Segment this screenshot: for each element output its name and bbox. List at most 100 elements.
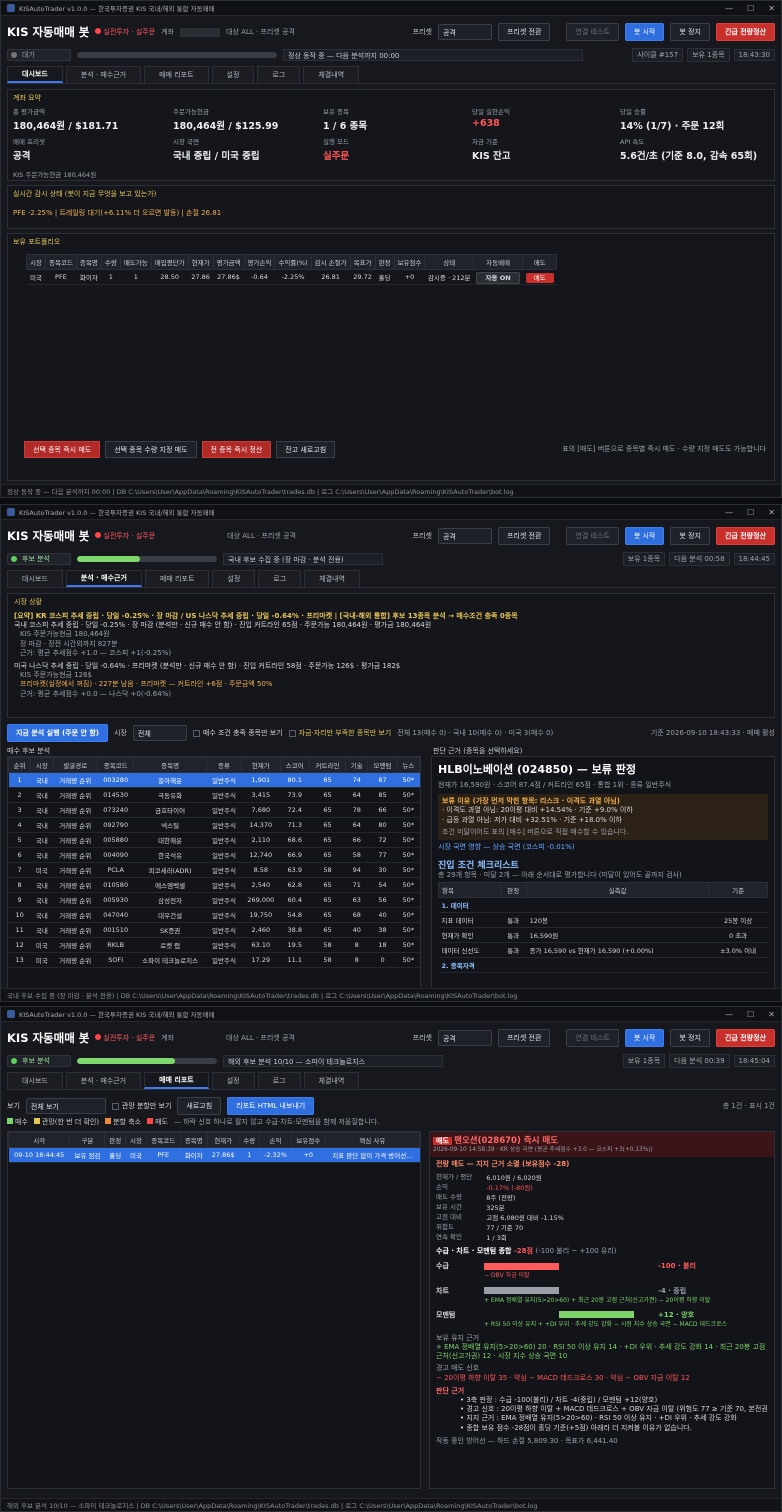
market-filter-select[interactable]: 전체 (132, 725, 187, 741)
preset-switch-button[interactable]: 프리셋 전환 (497, 23, 551, 41)
table-row[interactable]: 3 국내 거래량 순위 073240 금호타이어 일반주식 7,680 72.4 65 78 66 5… (8, 802, 420, 818)
tab-log[interactable]: 로그 (257, 1072, 301, 1089)
table-row[interactable]: 1 국내 거래량 순위 003280 흥아해운 일반주식 1,901 80.1 65 74 87 50… (8, 772, 420, 788)
tab-dashboard[interactable]: 대시보드 (7, 1072, 63, 1089)
tab-analysis[interactable]: 분석 · 매수근거 (65, 570, 142, 587)
tab-dashboard[interactable]: 대시보드 (7, 570, 63, 587)
table-row[interactable]: 5 국내 거래량 순위 005880 대한해운 일반주식 2,110 68.6 65 66 72 50… (8, 832, 420, 848)
column-header[interactable]: 뉴스 (396, 757, 420, 773)
table-row[interactable]: 4 국내 거래량 순위 092790 넥스틸 일반주식 14,370 71.3 65 64 80 50… (8, 817, 420, 833)
column-header[interactable]: 현재가 (206, 1132, 240, 1148)
minimize-icon[interactable]: — (725, 508, 733, 517)
column-header[interactable]: 시장 (30, 757, 54, 773)
table-row[interactable]: 09-10 18:44:45 보유 점검 홀딩 미국 PFE 화이자 27.86$ 1 -2.3… (8, 1147, 420, 1163)
auto-trade-toggle[interactable]: 자동 ON (476, 272, 520, 284)
close-icon[interactable]: ✕ (768, 508, 775, 517)
stop-bot-button[interactable]: 봇 정지 (670, 23, 710, 41)
maximize-icon[interactable]: ☐ (747, 508, 754, 517)
emergency-liquidate-button[interactable]: 긴급 전량정산 (715, 1029, 775, 1047)
tab-executions[interactable]: 체결내역 (303, 66, 360, 83)
column-header[interactable]: 매입평단가 (150, 254, 189, 270)
refresh-balance-button[interactable]: 잔고 새로고침 (276, 441, 336, 458)
connection-test-button[interactable]: 연결 테스트 (566, 527, 619, 545)
column-header[interactable]: 판정 (374, 254, 395, 270)
column-header[interactable]: 손익 (259, 1132, 292, 1148)
table-row[interactable]: 9 국내 거래량 순위 005930 삼성전자 일반주식 269,000 60.4 65 63 56… (8, 892, 420, 908)
preset-select[interactable]: 공격 (437, 24, 492, 40)
column-header[interactable]: 판정 (104, 1132, 127, 1148)
preset-select[interactable]: 공격 (437, 528, 492, 544)
column-header[interactable]: 수량 (238, 1132, 261, 1148)
sell-qty-button[interactable]: 선택 종목 수량 지정 매도 (105, 441, 197, 458)
table-row[interactable]: 7 미국 거래량 순위 PCLA 피코세라(ADR) 일반주식 8.58 63.9 58 94 30… (8, 862, 420, 878)
column-header[interactable]: 현재가 (187, 254, 214, 270)
tab-analysis[interactable]: 분석 · 매수근거 (65, 1072, 142, 1089)
fund-short-checkbox[interactable]: 자금·자리만 부족한 종목만 보기 (288, 728, 391, 738)
column-header[interactable]: 종목명 (133, 757, 207, 773)
tab-settings[interactable]: 설정 (212, 570, 256, 587)
tab-settings[interactable]: 설정 (211, 66, 255, 83)
column-header[interactable]: 기술 (345, 757, 369, 773)
tab-report[interactable]: 매매 리포트 (144, 1072, 209, 1089)
minimize-icon[interactable]: — (725, 4, 733, 13)
column-header[interactable]: 시장 (125, 1132, 147, 1148)
tab-settings[interactable]: 설정 (211, 1072, 255, 1089)
column-header[interactable]: 감시 손절가 (310, 254, 351, 270)
liquidate-all-button[interactable]: 전 종목 즉시 정산 (201, 441, 272, 458)
table-row[interactable]: 10 국내 거래량 순위 047040 대우건설 일반주식 19,750 54.8 65 68 40… (8, 907, 420, 923)
column-header[interactable]: 시장 (26, 254, 46, 270)
tab-dashboard[interactable]: 대시보드 (7, 66, 63, 83)
minimize-icon[interactable]: — (725, 1010, 733, 1019)
close-icon[interactable]: ✕ (768, 1010, 775, 1019)
column-header[interactable]: 발굴경로 (52, 757, 99, 773)
start-bot-button[interactable]: 봇 시작 (624, 527, 665, 545)
table-row[interactable]: 2 국내 거래량 순위 014530 극동유화 일반주식 3,415 73.9 65 64 85 50… (8, 787, 420, 803)
close-icon[interactable]: ✕ (768, 4, 775, 13)
emergency-liquidate-button[interactable]: 긴급 전량정산 (715, 527, 775, 545)
column-header[interactable]: 종목명 (75, 254, 102, 270)
table-row[interactable]: 6 국내 거래량 순위 004090 한국석유 일반주식 12,740 66.9 65 58 77 5… (8, 847, 420, 863)
column-header[interactable]: 종목코드 (97, 757, 135, 773)
emergency-liquidate-button[interactable]: 긴급 전량정산 (715, 23, 775, 41)
column-header[interactable]: 보유점수 (393, 254, 426, 270)
column-header[interactable]: 종목코드 (145, 1132, 181, 1148)
tab-log[interactable]: 로그 (257, 66, 301, 83)
stop-bot-button[interactable]: 봇 정지 (670, 1029, 710, 1047)
preset-switch-button[interactable]: 프리셋 전환 (497, 527, 551, 545)
watch-split-checkbox[interactable]: 관망 분할만 보기 (111, 1101, 171, 1111)
column-header[interactable]: 보유점수 (290, 1132, 326, 1148)
stop-bot-button[interactable]: 봇 정지 (670, 527, 710, 545)
table-row[interactable]: 13 미국 거래량 순위 SOFI 소파이 테크놀로지스 일반주식 17.29 11.1 58 8… (8, 952, 420, 968)
table-row[interactable]: 11 국내 거래량 순위 001510 SK증권 일반주식 2,460 38.8 65 40 38 5… (8, 922, 420, 938)
view-select[interactable]: 전체 보기 (25, 1098, 106, 1114)
column-header[interactable]: 자동매매 (472, 254, 524, 270)
start-bot-button[interactable]: 봇 시작 (624, 23, 665, 41)
column-header[interactable]: 매도 (522, 254, 558, 270)
column-header[interactable]: 종목명 (179, 1132, 208, 1148)
column-header[interactable]: 순위 (8, 757, 32, 773)
preset-switch-button[interactable]: 프리셋 전환 (497, 1029, 551, 1047)
connection-test-button[interactable]: 연결 테스트 (566, 23, 619, 41)
tab-executions[interactable]: 체결내역 (304, 570, 360, 587)
column-header[interactable]: 매도가능 (119, 254, 152, 270)
column-header[interactable]: 수익률(%) (274, 254, 312, 270)
tab-analysis[interactable]: 분석 · 매수근거 (65, 66, 142, 83)
run-analysis-button[interactable]: 지금 분석 실행 (주문 안 함) (7, 724, 108, 742)
connection-test-button[interactable]: 연결 테스트 (566, 1029, 619, 1047)
row-sell-button[interactable]: 매도 (525, 273, 554, 283)
column-header[interactable]: 평가금액 (212, 254, 245, 270)
column-header[interactable]: 커트라인 (308, 757, 347, 773)
preset-select[interactable]: 공격 (437, 1030, 492, 1046)
refresh-button[interactable]: 새로고침 (177, 1097, 222, 1115)
column-header[interactable]: 종목코드 (44, 254, 77, 270)
column-header[interactable]: 목표가 (349, 254, 376, 270)
maximize-icon[interactable]: ☐ (747, 4, 754, 13)
tab-report[interactable]: 매매 리포트 (144, 66, 209, 83)
column-header[interactable]: 평가손익 (243, 254, 276, 270)
maximize-icon[interactable]: ☐ (747, 1010, 754, 1019)
column-header[interactable]: 종류 (205, 757, 243, 773)
column-header[interactable]: 핵심 사유 (324, 1132, 420, 1148)
column-header[interactable]: 모멘텀 (367, 757, 398, 773)
table-row[interactable]: 12 미국 거래량 순위 RKLB 로켓 랩 일반주식 63.10 19.5 58 8 18 50* (8, 937, 420, 953)
start-bot-button[interactable]: 봇 시작 (624, 1029, 665, 1047)
